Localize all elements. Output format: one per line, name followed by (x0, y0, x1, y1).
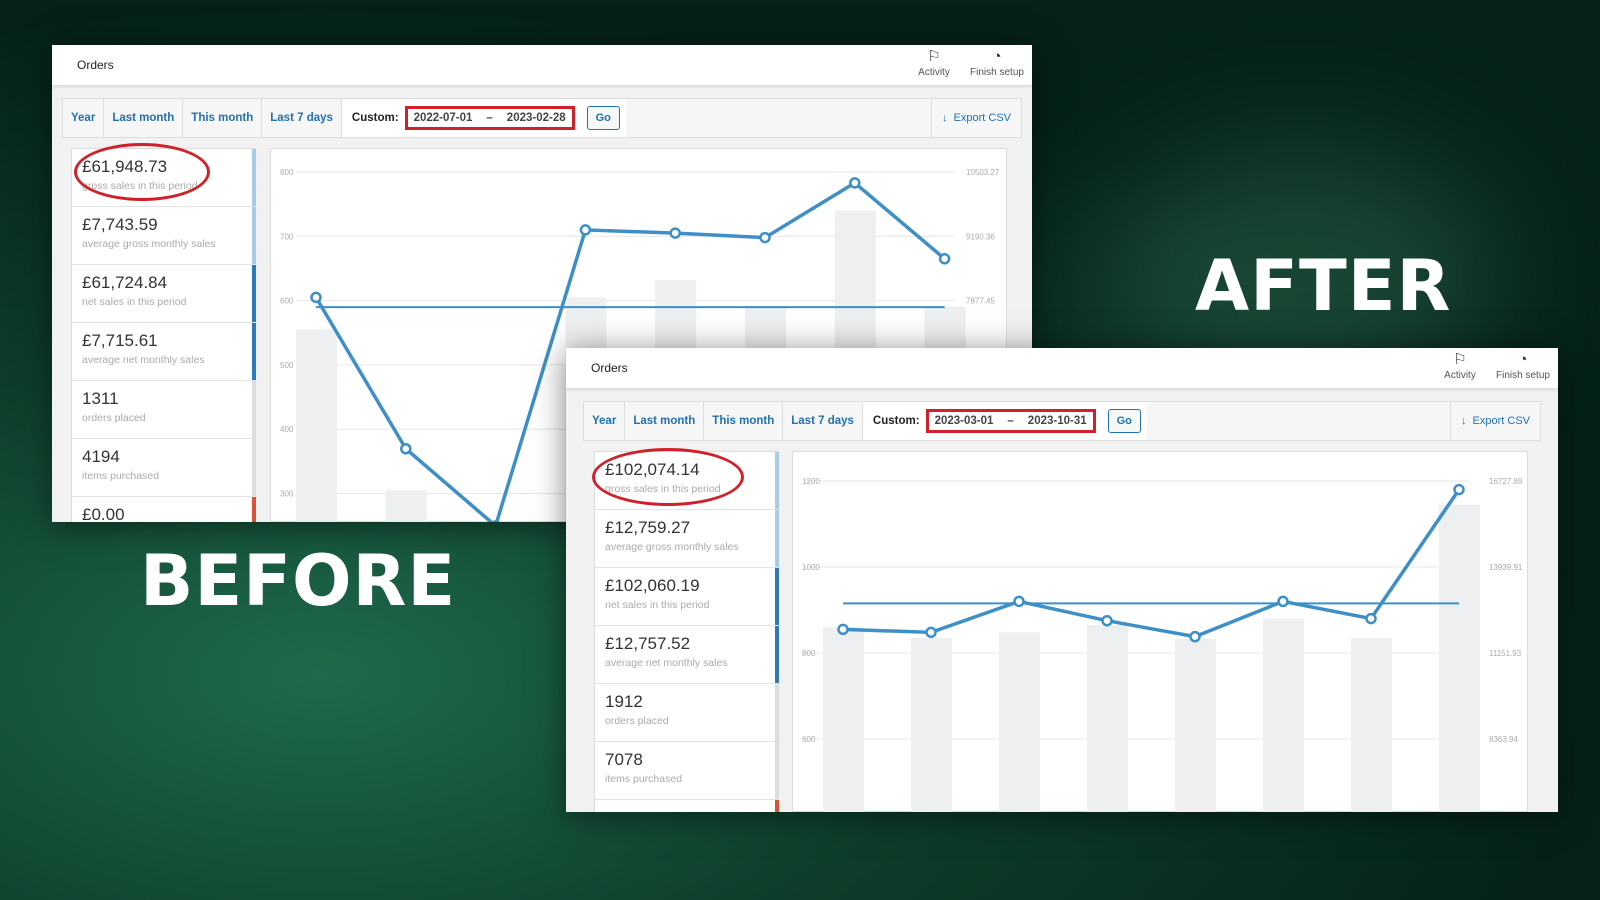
left-axis-tick: 700 (280, 232, 294, 241)
before-label: BEFORE (140, 540, 457, 622)
sales-point (1189, 630, 1201, 643)
orders-bar (911, 637, 952, 812)
orders-bar (1351, 637, 1392, 812)
sales-chart: 1200 1000 800 600 16727.89 13939.91 11151.93 83… (802, 477, 1523, 812)
sales-line (842, 488, 1461, 639)
orders-bar (296, 329, 337, 522)
left-axis-tick: 600 (280, 297, 294, 306)
sales-point (759, 231, 771, 244)
orders-bar (999, 632, 1040, 812)
sales-point (491, 520, 500, 522)
sales-point (579, 224, 592, 236)
left-axis-tick: 800 (280, 168, 294, 177)
sales-point (938, 253, 951, 265)
right-axis-tick: 13939.91 (1489, 563, 1523, 572)
left-axis-tick: 600 (802, 735, 816, 744)
orders-bar (1439, 504, 1480, 812)
left-axis-tick: 400 (280, 425, 294, 434)
orders-bar (1087, 625, 1128, 812)
left-axis-tick: 1200 (802, 477, 820, 486)
orders-bar (1175, 638, 1216, 812)
orders-bar (823, 627, 864, 812)
sales-point (400, 443, 412, 455)
right-axis-tick: 10503.27 (966, 168, 1000, 177)
orders-bar (385, 490, 427, 522)
after-label: AFTER (1195, 245, 1452, 327)
sales-point (310, 291, 322, 304)
sales-point (925, 626, 937, 639)
right-axis-tick: 7877.45 (966, 297, 995, 306)
sales-point (849, 177, 861, 189)
sales-point (1013, 595, 1025, 608)
left-axis-tick: 500 (280, 361, 294, 370)
sales-point (1453, 483, 1465, 496)
right-axis-tick: 9190.36 (966, 232, 995, 241)
left-axis-tick: 300 (280, 490, 294, 499)
sales-point (1365, 612, 1377, 625)
sales-point (837, 623, 849, 636)
left-axis-tick: 800 (802, 649, 816, 658)
orders-bar (1263, 618, 1304, 812)
after-orders-window: Orders ⚐ Activity ◔ Finish setup Year Last mon… (566, 348, 1558, 812)
sales-point (1101, 614, 1113, 627)
sales-point (1277, 595, 1289, 608)
left-axis-tick: 1000 (802, 563, 820, 572)
sales-point (669, 227, 681, 239)
right-axis-tick: 8363.94 (1489, 735, 1518, 744)
right-axis-tick: 16727.89 (1489, 477, 1523, 486)
right-axis-tick: 11151.93 (1489, 649, 1522, 658)
